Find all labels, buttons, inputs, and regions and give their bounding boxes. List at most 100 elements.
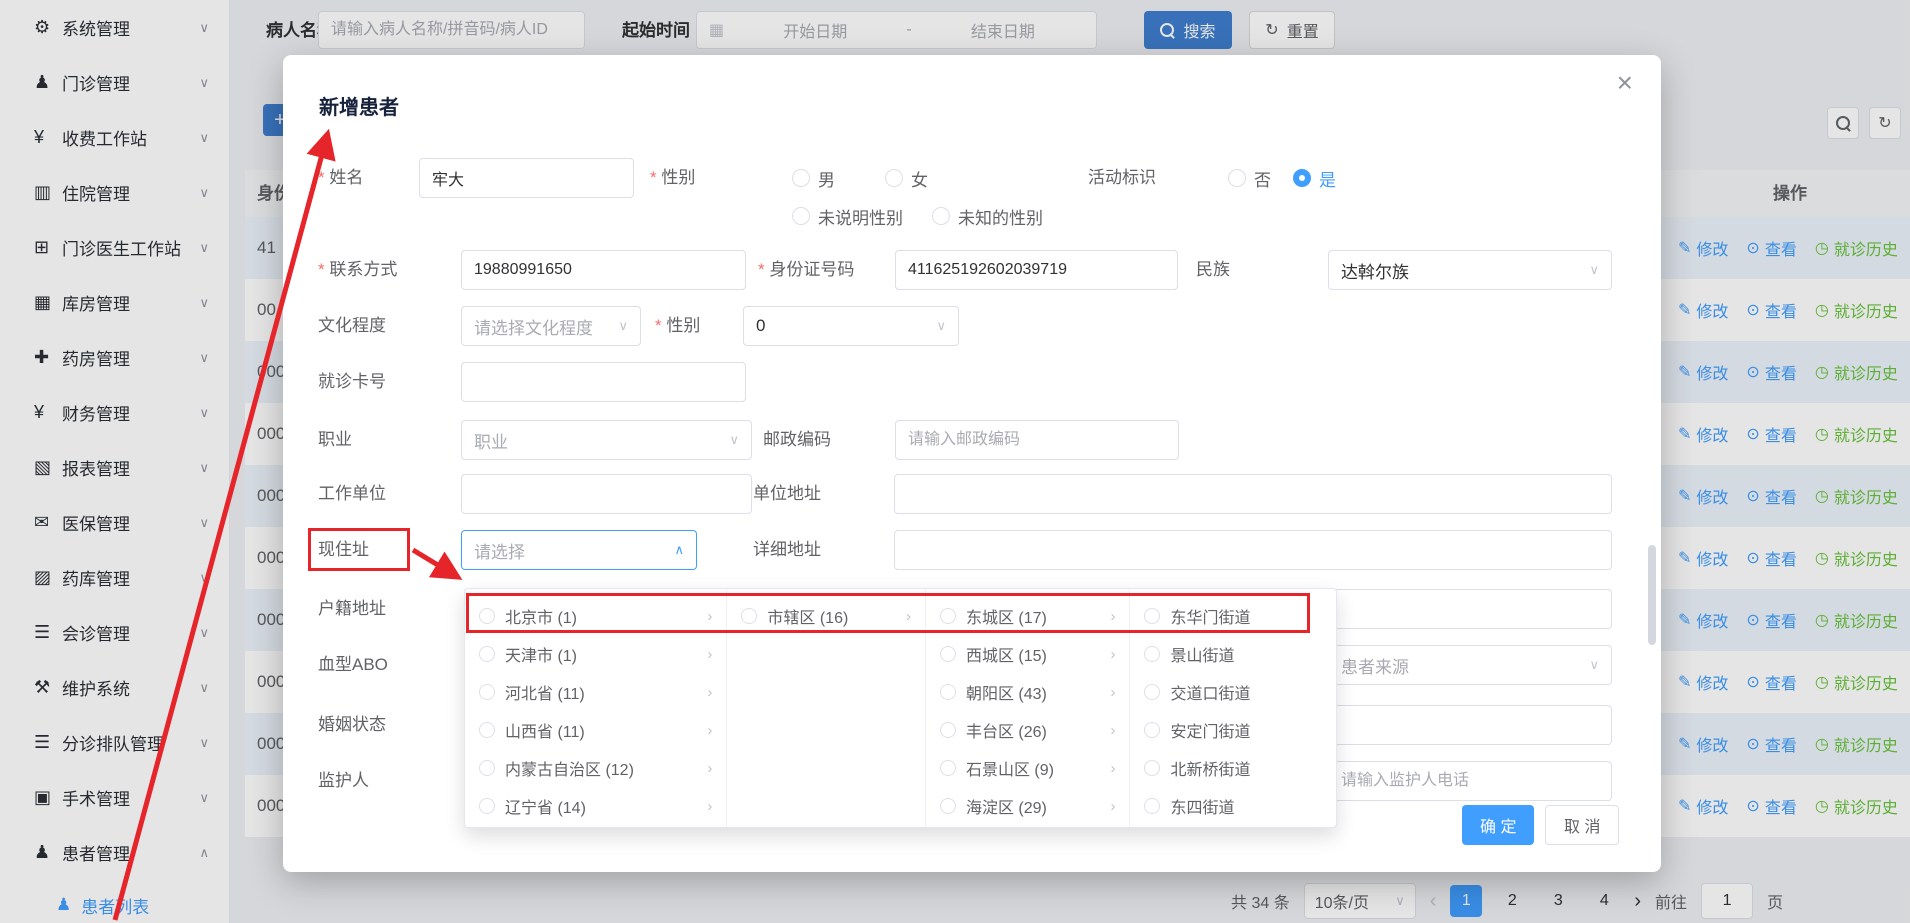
radio-icon (479, 760, 495, 776)
education-select[interactable]: 请选择文化程度∨ (461, 306, 641, 346)
occupation-select[interactable]: 职业∨ (461, 420, 752, 460)
current-addr-cascader[interactable]: 请选择∧ (461, 530, 697, 570)
cascader-option-xicheng[interactable]: 西城区 (15)› (926, 635, 1130, 673)
radio-icon (479, 646, 495, 662)
chevron-right-icon: › (707, 798, 712, 815)
chevron-down-icon: ∨ (936, 318, 946, 334)
work-addr-input[interactable] (894, 474, 1612, 514)
chevron-right-icon: › (1110, 684, 1115, 701)
modal-scrollbar[interactable] (1648, 545, 1656, 645)
visit-card-label: 就诊卡号 (318, 362, 386, 402)
patient-source-select[interactable]: 患者来源∨ (1328, 645, 1612, 685)
screen: 病人名称 起始时间 ▦ 开始日期 - 结束日期 搜索 ↻ 重置 + ↻ 身份 操… (0, 0, 1910, 923)
idcard-input[interactable] (895, 250, 1178, 290)
radio-icon (792, 169, 810, 187)
postal-label: 邮政编码 (763, 420, 831, 460)
confirm-button[interactable]: 确 定 (1462, 805, 1534, 845)
radio-icon (479, 684, 495, 700)
radio-icon (940, 722, 956, 738)
cascader-option-liaoning[interactable]: 辽宁省 (14)› (465, 787, 726, 825)
radio-icon (1144, 608, 1160, 624)
chevron-down-icon: ∨ (729, 432, 739, 448)
gender-label: 性别 (650, 158, 695, 198)
name-input[interactable] (419, 158, 634, 198)
radio-icon (479, 798, 495, 814)
radio-icon (1144, 760, 1160, 776)
work-unit-label: 工作单位 (318, 474, 386, 514)
gender-radio-unknown[interactable]: 未知的性别 (932, 196, 1043, 236)
dialog-title: 新增患者 (319, 91, 399, 120)
cascader-option-shanxi[interactable]: 山西省 (11)› (465, 711, 726, 749)
gender2-select[interactable]: 0∨ (743, 306, 959, 346)
cascader-city-column: 市辖区 (16)› (727, 589, 926, 827)
cascader-district-column: 东城区 (17)› 西城区 (15)› 朝阳区 (43)› 丰台区 (26)› … (926, 589, 1131, 827)
radio-icon (940, 684, 956, 700)
chevron-right-icon: › (906, 608, 911, 625)
cascader-option-neimenggu[interactable]: 内蒙古自治区 (12)› (465, 749, 726, 787)
gender-radio-female[interactable]: 女 (885, 158, 928, 198)
radio-icon (1144, 684, 1160, 700)
idcard-label: 身份证号码 (758, 250, 854, 290)
blood-type-label: 血型ABO (318, 645, 388, 685)
cascader-option-tianjin[interactable]: 天津市 (1)› (465, 635, 726, 673)
cascader-option-hebei[interactable]: 河北省 (11)› (465, 673, 726, 711)
gender2-label: 性别 (655, 306, 700, 346)
active-flag-label: 活动标识 (1088, 158, 1156, 198)
cascader-option-shixiaqu[interactable]: 市辖区 (16)› (727, 597, 925, 635)
chevron-right-icon: › (1110, 760, 1115, 777)
radio-icon (940, 760, 956, 776)
household-addr-label: 户籍地址 (318, 589, 386, 629)
visit-card-input[interactable] (461, 362, 746, 402)
radio-icon (885, 169, 903, 187)
guardian-phone-input[interactable] (1328, 761, 1612, 801)
cascader-option-dongsi[interactable]: 东四街道 (1130, 787, 1336, 825)
cascader-option-haidian[interactable]: 海淀区 (29)› (926, 787, 1130, 825)
contact-label: 联系方式 (318, 250, 397, 290)
ethnic-label: 民族 (1196, 250, 1230, 290)
cascader-option-shijingshan[interactable]: 石景山区 (9)› (926, 749, 1130, 787)
active-radio-yes[interactable]: 是 (1293, 158, 1336, 198)
marriage-extra-input[interactable] (1328, 705, 1612, 745)
cascader-option-chaoyang[interactable]: 朝阳区 (43)› (926, 673, 1130, 711)
cascader-province-column: 北京市 (1)› 天津市 (1)› 河北省 (11)› 山西省 (11)› 内蒙… (465, 589, 727, 827)
cascader-option-beijing[interactable]: 北京市 (1)› (465, 597, 726, 635)
chevron-down-icon: ∨ (1589, 657, 1599, 673)
cascader-option-jiaodaokou[interactable]: 交道口街道 (1130, 673, 1336, 711)
cascader-option-jingshan[interactable]: 景山街道 (1130, 635, 1336, 673)
ethnic-select[interactable]: 达斡尔族∨ (1328, 250, 1612, 290)
gender-radio-male[interactable]: 男 (792, 158, 835, 198)
radio-icon (792, 207, 810, 225)
education-label: 文化程度 (318, 306, 386, 346)
postal-input[interactable] (895, 420, 1179, 460)
radio-icon (479, 608, 495, 624)
name-label: 姓名 (318, 158, 363, 198)
chevron-right-icon: › (1110, 722, 1115, 739)
chevron-right-icon: › (1110, 608, 1115, 625)
gender-radio-unstated[interactable]: 未说明性别 (792, 196, 903, 236)
cascader-option-dongcheng[interactable]: 东城区 (17)› (926, 597, 1130, 635)
close-icon[interactable]: × (1617, 69, 1633, 97)
radio-icon (940, 798, 956, 814)
chevron-down-icon: ∨ (618, 318, 628, 334)
contact-input[interactable] (461, 250, 746, 290)
radio-icon (479, 722, 495, 738)
cancel-button[interactable]: 取 消 (1545, 805, 1619, 845)
chevron-down-icon: ∨ (1589, 262, 1599, 278)
radio-icon (940, 608, 956, 624)
work-unit-input[interactable] (461, 474, 752, 514)
address-cascader-dropdown: 北京市 (1)› 天津市 (1)› 河北省 (11)› 山西省 (11)› 内蒙… (464, 588, 1337, 828)
chevron-right-icon: › (707, 684, 712, 701)
detail-addr-input[interactable] (894, 530, 1612, 570)
cascader-option-beixinqiao[interactable]: 北新桥街道 (1130, 749, 1336, 787)
radio-icon (741, 608, 757, 624)
cascader-option-donghuamen[interactable]: 东华门街道 (1130, 597, 1336, 635)
radio-icon (1144, 798, 1160, 814)
radio-icon (1144, 722, 1160, 738)
cascader-option-andingmen[interactable]: 安定门街道 (1130, 711, 1336, 749)
cascader-option-fengtai[interactable]: 丰台区 (26)› (926, 711, 1130, 749)
chevron-right-icon: › (707, 646, 712, 663)
active-radio-no[interactable]: 否 (1228, 158, 1271, 198)
radio-icon (940, 646, 956, 662)
occupation-label: 职业 (318, 420, 352, 460)
work-addr-label: 单位地址 (753, 474, 821, 514)
